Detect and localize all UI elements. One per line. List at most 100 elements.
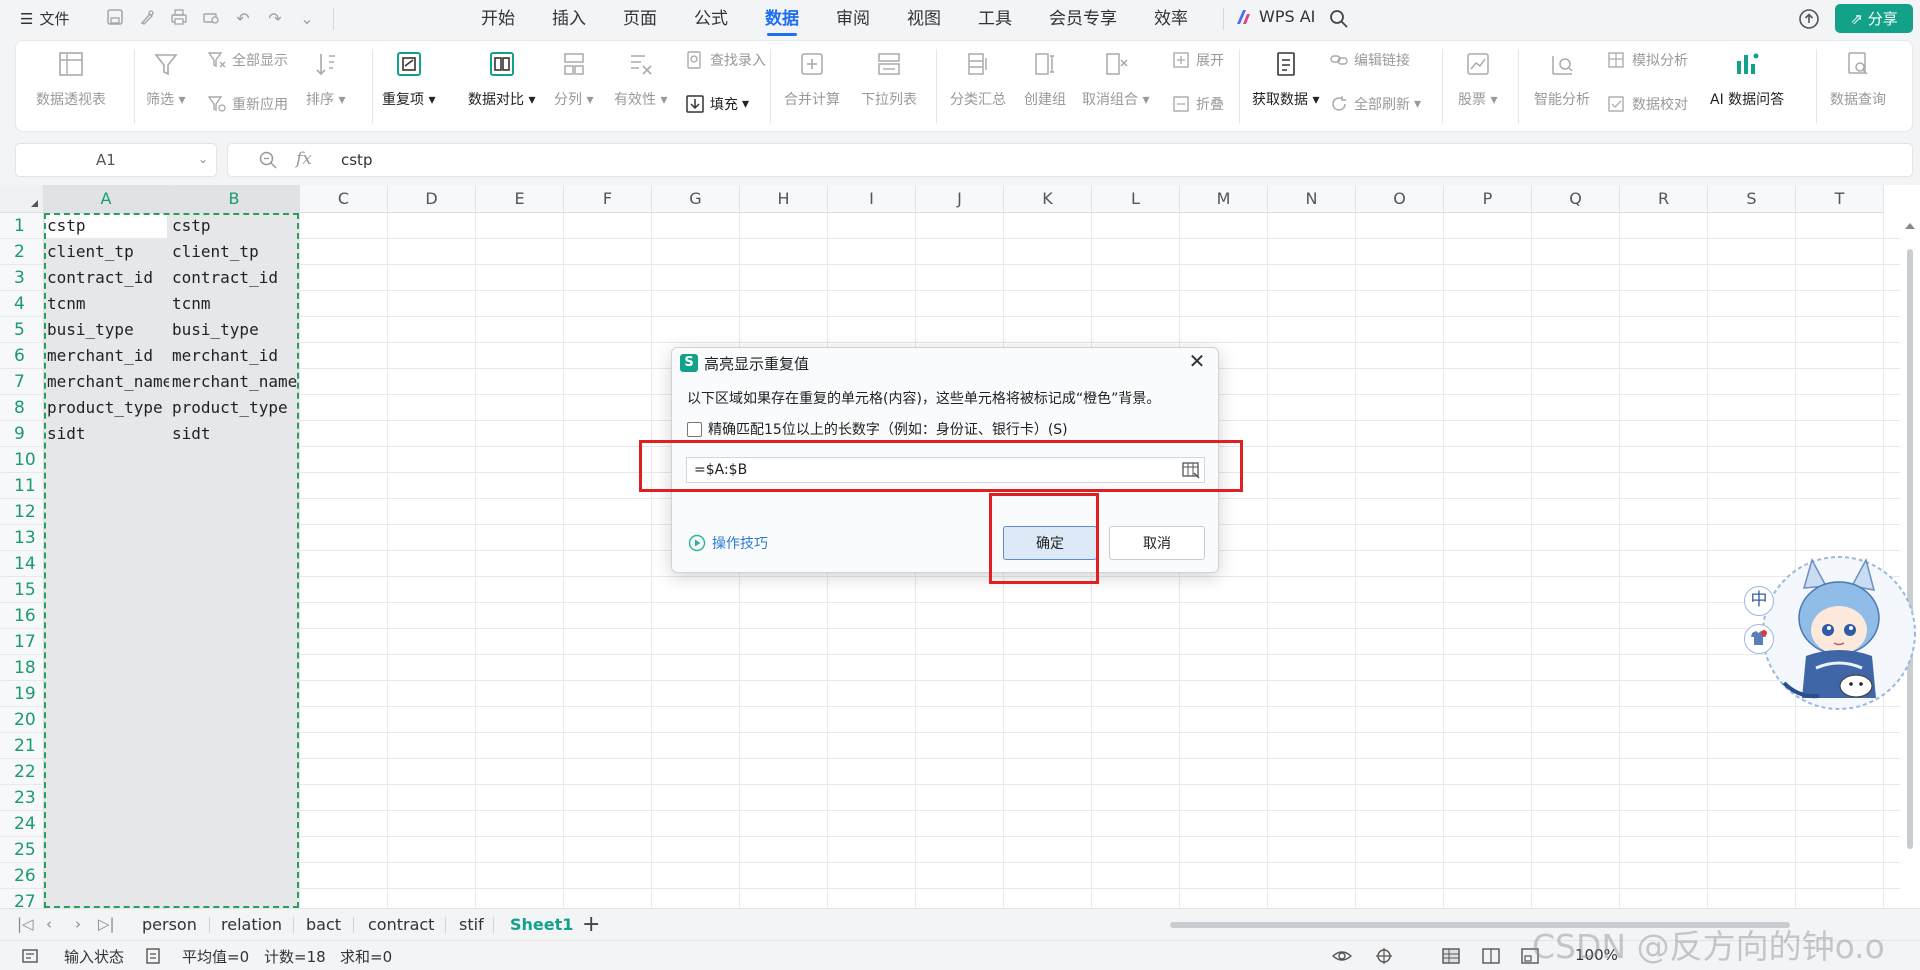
crosshair-icon[interactable]	[1374, 946, 1394, 966]
name-box[interactable]: A1 ⌄	[15, 143, 217, 177]
pivot-table-button[interactable]: 数据透视表	[36, 47, 106, 109]
language-badge[interactable]: 中	[1744, 586, 1774, 616]
column-header-e[interactable]: E	[476, 185, 564, 213]
fill-button[interactable]: 填充 ▾	[684, 93, 749, 115]
reapply-button[interactable]: 重新应用	[206, 93, 288, 115]
tab-home[interactable]: 开始	[481, 7, 515, 33]
row-header-8[interactable]: 8	[0, 395, 44, 421]
dropdown-list-button[interactable]: 下拉列表	[861, 47, 917, 109]
subtotal-button[interactable]: 分类汇总	[950, 47, 1006, 109]
normal-view-icon[interactable]	[1441, 946, 1461, 966]
edit-links-button[interactable]: 编辑链接	[1328, 49, 1410, 71]
row-header-3[interactable]: 3	[0, 265, 44, 291]
get-data-button[interactable]: 获取数据 ▾	[1252, 47, 1319, 109]
row-header-13[interactable]: 13	[0, 525, 44, 551]
row-header-15[interactable]: 15	[0, 577, 44, 603]
undo-icon[interactable]: ↶	[232, 8, 254, 30]
smart-analysis-button[interactable]: 智能分析	[1534, 47, 1590, 109]
tab-view[interactable]: 视图	[907, 7, 941, 33]
column-header-p[interactable]: P	[1444, 185, 1532, 213]
column-header-g[interactable]: G	[652, 185, 740, 213]
row-header-26[interactable]: 26	[0, 863, 44, 889]
column-header-i[interactable]: I	[828, 185, 916, 213]
first-sheet-icon[interactable]: |◁	[17, 915, 34, 933]
save-icon[interactable]	[104, 8, 126, 30]
sheet-tab-bact[interactable]: bact	[306, 915, 341, 934]
sort-button[interactable]: 排序 ▾	[306, 47, 345, 109]
column-header-h[interactable]: H	[740, 185, 828, 213]
row-header-20[interactable]: 20	[0, 707, 44, 733]
row-header-14[interactable]: 14	[0, 551, 44, 577]
wps-ai-button[interactable]: WPS AI	[1235, 7, 1315, 26]
row-header-12[interactable]: 12	[0, 499, 44, 525]
column-header-l[interactable]: L	[1092, 185, 1180, 213]
redo-icon[interactable]: ↷	[264, 8, 286, 30]
assistant-mascot[interactable]: 中	[1744, 548, 1920, 718]
data-query-button[interactable]: 数据查询	[1830, 47, 1886, 109]
data-compare-button[interactable]: 数据对比 ▾	[468, 47, 535, 109]
row-header-10[interactable]: 10	[0, 447, 44, 473]
row-header-9[interactable]: 9	[0, 421, 44, 447]
tab-tools[interactable]: 工具	[978, 7, 1012, 33]
tab-member[interactable]: 会员专享	[1049, 7, 1117, 33]
print-preview-icon[interactable]	[200, 8, 222, 30]
lookup-entry-button[interactable]: 查找录入	[684, 49, 766, 71]
show-all-button[interactable]: 全部显示	[206, 49, 288, 71]
split-column-button[interactable]: 分列 ▾	[554, 47, 593, 109]
sheet-tab-sheet1[interactable]: Sheet1	[510, 915, 573, 934]
chevron-down-icon[interactable]: ⌄	[198, 152, 208, 166]
column-header-r[interactable]: R	[1620, 185, 1708, 213]
chevron-down-icon[interactable]: ⌄	[296, 8, 318, 30]
row-header-21[interactable]: 21	[0, 733, 44, 759]
tab-data[interactable]: 数据	[765, 7, 799, 36]
zoom-icon[interactable]	[258, 150, 278, 170]
macro-icon[interactable]	[20, 946, 40, 966]
row-header-16[interactable]: 16	[0, 603, 44, 629]
cloud-upload-icon[interactable]	[1797, 7, 1821, 31]
row-header-4[interactable]: 4	[0, 291, 44, 317]
column-header-t[interactable]: T	[1796, 185, 1884, 213]
eye-icon[interactable]	[1332, 946, 1352, 966]
column-header-b[interactable]: B	[169, 185, 300, 213]
row-header-22[interactable]: 22	[0, 759, 44, 785]
long-number-match-option[interactable]: 精确匹配15位以上的长数字（例如：身份证、银行卡）(S)	[687, 419, 1068, 439]
next-sheet-icon[interactable]: ›	[75, 915, 81, 933]
column-header-s[interactable]: S	[1708, 185, 1796, 213]
column-header-o[interactable]: O	[1356, 185, 1444, 213]
row-header-2[interactable]: 2	[0, 239, 44, 265]
column-header-f[interactable]: F	[564, 185, 652, 213]
column-header-m[interactable]: M	[1180, 185, 1268, 213]
sheet-tab-person[interactable]: person	[142, 915, 197, 934]
tab-formula[interactable]: 公式	[694, 7, 728, 33]
filter-button[interactable]: 筛选 ▾	[146, 47, 185, 109]
select-all-corner[interactable]	[0, 185, 44, 213]
row-header-7[interactable]: 7	[0, 369, 44, 395]
fx-icon[interactable]: fx	[296, 149, 312, 169]
collapse-button[interactable]: 折叠	[1170, 93, 1224, 115]
row-header-19[interactable]: 19	[0, 681, 44, 707]
page-layout-icon[interactable]	[1481, 946, 1501, 966]
document-icon[interactable]	[143, 946, 163, 966]
simulation-button[interactable]: 模拟分析	[1606, 49, 1688, 71]
column-header-k[interactable]: K	[1004, 185, 1092, 213]
tips-link[interactable]: 操作技巧	[688, 533, 768, 553]
row-header-5[interactable]: 5	[0, 317, 44, 343]
duplicates-button[interactable]: 重复项 ▾	[382, 47, 435, 109]
ai-data-qa-button[interactable]: AI 数据问答	[1710, 47, 1784, 109]
column-header-d[interactable]: D	[388, 185, 476, 213]
tab-efficiency[interactable]: 效率	[1154, 7, 1188, 33]
column-header-q[interactable]: Q	[1532, 185, 1620, 213]
sheet-tab-contract[interactable]: contract	[368, 915, 434, 934]
column-header-n[interactable]: N	[1268, 185, 1356, 213]
close-icon[interactable]: ✕	[1186, 350, 1208, 372]
row-header-1[interactable]: 1	[0, 213, 44, 239]
data-check-button[interactable]: 数据校对	[1606, 93, 1688, 115]
validity-button[interactable]: 有效性 ▾	[614, 47, 667, 109]
column-header-a[interactable]: A	[44, 185, 169, 213]
cancel-button[interactable]: 取消	[1109, 526, 1205, 560]
tab-review[interactable]: 审阅	[836, 7, 870, 33]
search-icon[interactable]	[1328, 8, 1350, 30]
expand-button[interactable]: 展开	[1170, 49, 1224, 71]
row-header-24[interactable]: 24	[0, 811, 44, 837]
long-number-match-checkbox[interactable]	[687, 421, 702, 437]
